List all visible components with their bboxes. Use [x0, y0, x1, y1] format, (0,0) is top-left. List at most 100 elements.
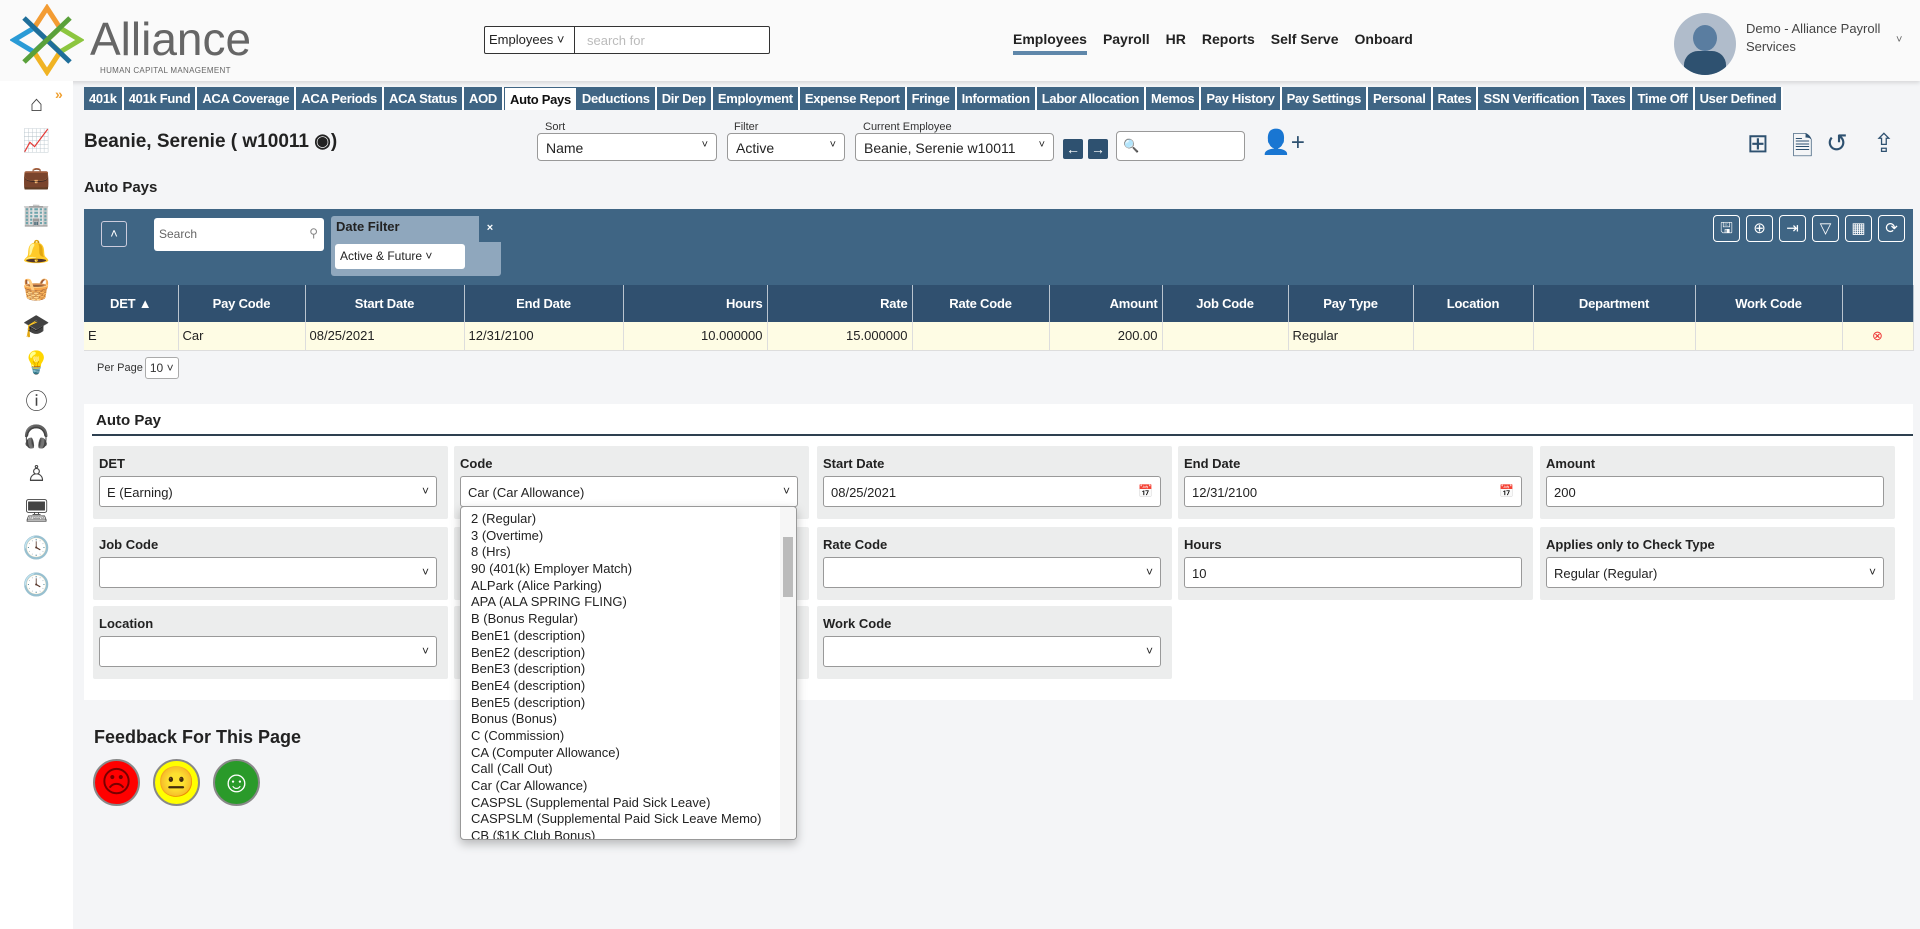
- column-header[interactable]: DET ▲: [84, 285, 179, 322]
- calendar-icon[interactable]: 📅: [1499, 484, 1514, 498]
- tab-memos[interactable]: Memos: [1146, 87, 1202, 110]
- column-header[interactable]: [1842, 285, 1914, 322]
- column-header[interactable]: Location: [1413, 285, 1534, 322]
- tab-personal[interactable]: Personal: [1368, 87, 1433, 110]
- delete-row-icon[interactable]: ⊗: [1872, 328, 1883, 343]
- hours-input[interactable]: 10: [1184, 557, 1522, 588]
- tab-rates[interactable]: Rates: [1432, 87, 1479, 110]
- headset-icon[interactable]: 🎧: [0, 418, 73, 455]
- column-header[interactable]: End Date: [464, 285, 624, 322]
- rate-code-select[interactable]: ˅: [823, 557, 1161, 588]
- column-header[interactable]: Department: [1533, 285, 1696, 322]
- dropdown-option[interactable]: 8 (Hrs): [461, 544, 796, 561]
- code-dropdown-list[interactable]: 2 (Regular) 3 (Overtime) 8 (Hrs) 90 (401(k)…: [460, 506, 797, 840]
- tab-time-off[interactable]: Time Off: [1632, 87, 1695, 110]
- column-header[interactable]: Hours: [623, 285, 768, 322]
- tab-information[interactable]: Information: [956, 87, 1037, 110]
- nav-payroll[interactable]: Payroll: [1103, 31, 1150, 55]
- column-header[interactable]: Amount: [1049, 285, 1163, 322]
- tab-fringe[interactable]: Fringe: [906, 87, 957, 110]
- employee-search-input[interactable]: 🔍: [1116, 131, 1245, 161]
- tab-taxes[interactable]: Taxes: [1586, 87, 1633, 110]
- dropdown-option[interactable]: Car (Car Allowance): [461, 778, 796, 795]
- previous-employee-button[interactable]: ←: [1063, 139, 1083, 159]
- column-header[interactable]: Rate Code: [912, 285, 1050, 322]
- end-input[interactable]: 12/31/2100 📅: [1184, 476, 1522, 507]
- det-select[interactable]: E (Earning) ˅: [99, 476, 437, 507]
- building-icon[interactable]: 🏢: [0, 196, 73, 233]
- column-header[interactable]: Job Code: [1162, 285, 1289, 322]
- dropdown-option[interactable]: BenE3 (description): [461, 661, 796, 678]
- column-header[interactable]: Pay Code: [178, 285, 306, 322]
- dropdown-option[interactable]: CASPSLM (Supplemental Paid Sick Leave Me…: [461, 811, 796, 828]
- neutral-face-icon[interactable]: 😐: [153, 759, 200, 806]
- dropdown-option[interactable]: CB ($1K Club Bonus): [461, 828, 796, 839]
- avatar[interactable]: [1674, 13, 1736, 75]
- tab-pay-history[interactable]: Pay History: [1201, 87, 1282, 110]
- dropdown-option[interactable]: C (Commission): [461, 728, 796, 745]
- dropdown-option[interactable]: BenE5 (description): [461, 695, 796, 712]
- dropdown-option[interactable]: BenE4 (description): [461, 678, 796, 695]
- tab-aca-status[interactable]: ACA Status: [383, 87, 465, 110]
- help-icon[interactable]: ⓘ: [0, 381, 73, 418]
- lightbulb-icon[interactable]: 💡: [0, 344, 73, 381]
- analytics-icon[interactable]: 📈: [0, 122, 73, 159]
- column-header[interactable]: Start Date: [305, 285, 465, 322]
- dropdown-option[interactable]: BenE1 (description): [461, 628, 796, 645]
- dropdown-option[interactable]: ALPark (Alice Parking): [461, 578, 796, 595]
- grid-view-icon[interactable]: ⊞: [1747, 128, 1769, 159]
- expand-sidebar-icon[interactable]: »: [55, 86, 63, 102]
- column-header[interactable]: Rate: [767, 285, 913, 322]
- alliance-logo[interactable]: Alliance HUMAN CAPITAL MANAGEMENT: [9, 3, 260, 77]
- nav-employees[interactable]: Employees: [1013, 31, 1087, 55]
- check-type-select[interactable]: Regular (Regular) ˅: [1546, 557, 1884, 588]
- tab-401k-fund[interactable]: 401k Fund: [123, 87, 198, 110]
- nav-onboard[interactable]: Onboard: [1355, 31, 1413, 55]
- amount-input[interactable]: 200: [1546, 476, 1884, 507]
- user-menu-chevron-icon[interactable]: ˅: [1896, 34, 1902, 46]
- dropdown-option[interactable]: 2 (Regular): [461, 511, 796, 528]
- add-icon[interactable]: ⊕: [1746, 215, 1773, 242]
- history-icon[interactable]: ↺: [1826, 128, 1848, 159]
- work-code-select[interactable]: ˅: [823, 636, 1161, 667]
- dropdown-option[interactable]: Bonus (Bonus): [461, 711, 796, 728]
- nav-reports[interactable]: Reports: [1202, 31, 1255, 55]
- dropdown-option[interactable]: APA (ALA SPRING FLING): [461, 594, 796, 611]
- tab-dir-dep[interactable]: Dir Dep: [656, 87, 713, 110]
- per-page-select[interactable]: 10 ˅: [144, 357, 179, 379]
- document-icon[interactable]: 🗎: [1792, 128, 1813, 172]
- next-employee-button[interactable]: →: [1088, 139, 1108, 159]
- table-row[interactable]: E Car 08/25/2021 12/31/2100 10.000000 15.0000…: [84, 322, 1914, 351]
- code-select[interactable]: Car (Car Allowance) ˅: [460, 476, 798, 507]
- dropdown-scrollbar[interactable]: [780, 507, 796, 839]
- nav-hr[interactable]: HR: [1166, 31, 1186, 55]
- dropdown-option[interactable]: B (Bonus Regular): [461, 611, 796, 628]
- tab-deductions[interactable]: Deductions: [576, 87, 657, 110]
- current-employee-select[interactable]: Beanie, Serenie w10011 ˅: [855, 133, 1054, 161]
- tab-aod[interactable]: AOD: [464, 87, 505, 110]
- basket-icon[interactable]: 🧺: [0, 270, 73, 307]
- clock-icon[interactable]: 🕓: [0, 566, 73, 603]
- columns-icon[interactable]: ▦: [1845, 215, 1872, 242]
- tab-aca-coverage[interactable]: ACA Coverage: [197, 87, 297, 110]
- close-date-filter-icon[interactable]: ×: [479, 216, 501, 242]
- filter-select[interactable]: Active ˅: [727, 133, 845, 161]
- briefcase-icon[interactable]: 💼: [0, 159, 73, 196]
- sad-face-icon[interactable]: ☹: [93, 759, 140, 806]
- tab-user-defined[interactable]: User Defined: [1694, 87, 1784, 110]
- grid-search-input[interactable]: Search ⚲: [154, 218, 324, 251]
- global-search-input[interactable]: search for: [575, 27, 657, 53]
- collapse-icon[interactable]: ˄: [101, 221, 127, 247]
- upload-document-icon[interactable]: ⇪: [1873, 128, 1895, 159]
- user-name[interactable]: Demo - Alliance Payroll Services: [1746, 20, 1896, 56]
- tab-aca-periods[interactable]: ACA Periods: [296, 87, 384, 110]
- nav-self-serve[interactable]: Self Serve: [1271, 31, 1339, 55]
- column-header[interactable]: Pay Type: [1288, 285, 1414, 322]
- dropdown-option[interactable]: BenE2 (description): [461, 645, 796, 662]
- filter-icon[interactable]: ▽: [1812, 215, 1839, 242]
- location-select[interactable]: ˅: [99, 636, 437, 667]
- graduation-cap-icon[interactable]: 🎓: [0, 307, 73, 344]
- tab-employment[interactable]: Employment: [712, 87, 800, 110]
- export-icon[interactable]: ⇥: [1779, 215, 1806, 242]
- dropdown-option[interactable]: CA (Computer Allowance): [461, 745, 796, 762]
